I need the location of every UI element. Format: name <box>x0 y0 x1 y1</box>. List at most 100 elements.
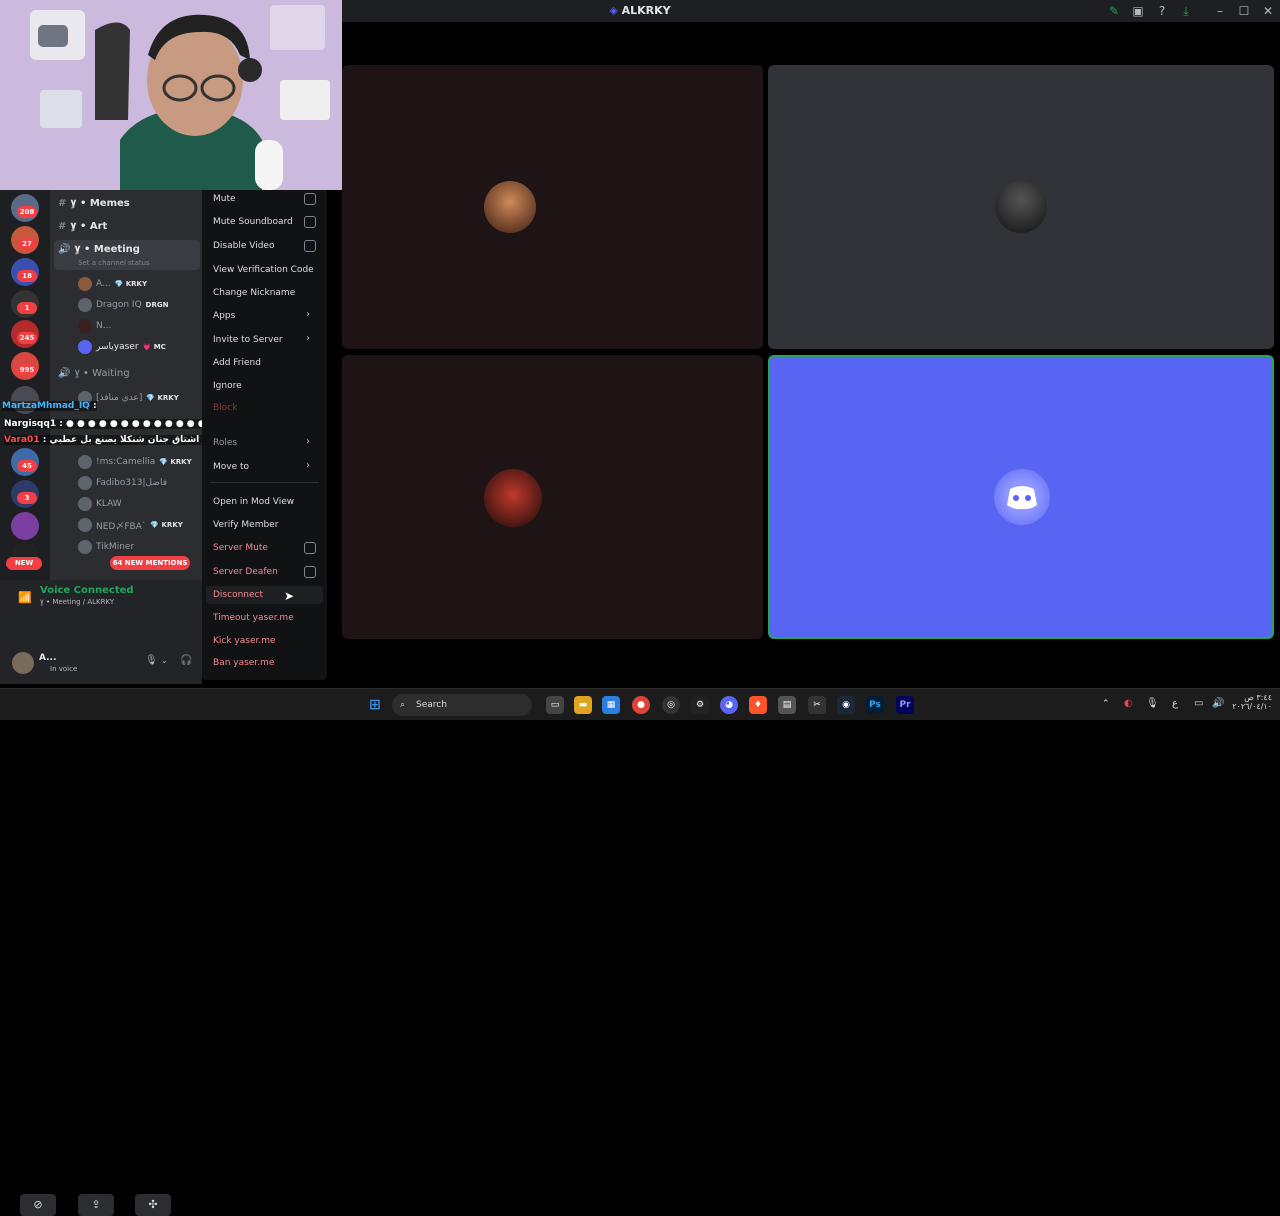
avatar <box>78 455 92 469</box>
video-tile-speaking[interactable] <box>768 355 1274 639</box>
chevron-right-icon: › <box>306 436 310 447</box>
signal-icon: 📶 <box>18 591 32 604</box>
menu-item-apps[interactable]: Apps <box>213 311 235 321</box>
menu-item-kick[interactable]: Kick yaser.me <box>213 636 276 646</box>
menu-item-roles[interactable]: Roles <box>213 438 237 448</box>
voice-channel-icon: 🔊 <box>58 368 71 379</box>
voice-user[interactable]: TikMiner <box>78 540 138 554</box>
channel-art[interactable]: #ٍ۷ • Art <box>58 221 107 232</box>
voice-location[interactable]: ٍ۷ • Meeting / ALKRKY <box>40 598 114 606</box>
menu-item-mute[interactable]: Mute <box>213 194 236 204</box>
channel-memes[interactable]: #ٍ۷ • Memes <box>58 198 130 209</box>
download-icon[interactable]: ⤓ <box>1178 3 1194 19</box>
maximize-button[interactable]: ☐ <box>1236 3 1252 19</box>
photoshop-icon[interactable]: Ps <box>866 696 884 714</box>
headphones-icon[interactable]: 🎧 <box>180 655 192 666</box>
server-icon[interactable] <box>11 512 39 540</box>
microphone-icon[interactable]: 🎙 <box>145 655 158 666</box>
clock[interactable]: ٣:٤٤ ص ٢٠٢٦/٠٤/١٠ <box>1232 693 1272 711</box>
menu-item-change-nickname[interactable]: Change Nickname <box>213 288 295 298</box>
channel-meeting[interactable]: 🔊ٍ۷ • Meeting <box>58 244 140 255</box>
voice-user[interactable]: N... <box>78 319 115 333</box>
menu-item-ignore[interactable]: Ignore <box>213 381 242 391</box>
tray-mic-icon[interactable]: 🎙 <box>1146 698 1159 709</box>
menu-item-add-friend[interactable]: Add Friend <box>213 358 261 368</box>
video-tile[interactable] <box>768 65 1274 349</box>
language-indicator[interactable]: ع <box>1172 698 1178 709</box>
voice-status: Voice Connected <box>40 585 134 596</box>
taskbar: ⊞ ⌕ Search ▭ ▬ ▦ ● ◎ ⚙ ◕ ♦ ▤ ✂ ◉ Ps Pr ⌃ … <box>0 688 1280 720</box>
menu-item-open-in-mod-view[interactable]: Open in Mod View <box>213 497 294 507</box>
file-explorer-icon[interactable]: ▬ <box>574 696 592 714</box>
store-icon[interactable]: ▦ <box>602 696 620 714</box>
discord-icon: ◈ <box>609 4 622 17</box>
disable-video-checkbox[interactable] <box>304 240 316 252</box>
menu-item-disable-video[interactable]: Disable Video <box>213 241 274 251</box>
voice-user[interactable]: ياسرyaser 💗 MC <box>78 340 166 354</box>
nitro-icon[interactable]: ✎ <box>1106 3 1122 19</box>
chrome-icon[interactable]: ● <box>632 696 650 714</box>
server-badge: 18 <box>17 270 37 282</box>
windows-start-icon[interactable]: ⊞ <box>366 696 384 714</box>
server-deafen-checkbox[interactable] <box>304 566 316 578</box>
menu-item-verify-member[interactable]: Verify Member <box>213 520 278 530</box>
text-channel-icon: # <box>58 198 67 209</box>
channel-waiting[interactable]: 🔊ٍ۷ • Waiting <box>58 368 130 379</box>
menu-item-mute-soundboard[interactable]: Mute Soundboard <box>213 217 293 227</box>
voice-user[interactable]: Dragon IQ DRGN <box>78 298 168 312</box>
server-badge: 208 <box>17 206 37 218</box>
video-tile[interactable] <box>342 355 763 639</box>
capcut-icon[interactable]: ✂ <box>808 696 826 714</box>
menu-item-invite-to-server[interactable]: Invite to Server <box>213 335 283 345</box>
brave-icon[interactable]: ♦ <box>749 696 767 714</box>
voice-user[interactable]: !ms:Camellia 💎 KRKY <box>78 455 192 469</box>
menu-item-timeout[interactable]: Timeout yaser.me <box>213 613 294 623</box>
chevron-right-icon: › <box>306 460 310 471</box>
voice-user[interactable]: NED〆FBA` 💎 KRKY <box>78 518 183 532</box>
activities-button[interactable]: ✣ <box>135 1194 171 1216</box>
screen-share-button[interactable]: ⇪ <box>78 1194 114 1216</box>
voice-user[interactable]: A... 💎 KRKY <box>78 277 147 291</box>
discord-taskbar-icon[interactable]: ◕ <box>720 696 738 714</box>
webcam-image <box>0 0 342 190</box>
obs-icon[interactable]: ◎ <box>662 696 680 714</box>
mute-checkbox[interactable] <box>304 193 316 205</box>
avatar <box>78 277 92 291</box>
steam-client-icon[interactable]: ◉ <box>837 696 855 714</box>
network-icon[interactable]: ▭ <box>1194 698 1203 709</box>
channel-list: #ٍ۷ • Memes #ٍ۷ • Art 🔊ٍ۷ • Meeting Set … <box>50 190 202 580</box>
camera-off-button[interactable]: ⊘ <box>20 1194 56 1216</box>
avatar[interactable] <box>12 652 34 674</box>
voice-user[interactable]: KLAW <box>78 497 126 511</box>
task-view-icon[interactable]: ▭ <box>546 696 564 714</box>
new-mentions-pill[interactable]: 64 NEW MENTIONS <box>110 556 190 570</box>
menu-item-server-deafen[interactable]: Server Deafen <box>213 567 278 577</box>
chevron-down-icon[interactable]: ⌄ <box>161 656 168 665</box>
tray-app-icon[interactable]: ◐ <box>1124 698 1133 709</box>
steam-icon[interactable]: ⚙ <box>691 696 709 714</box>
menu-item-disconnect[interactable]: Disconnect <box>213 590 263 600</box>
taskbar-search[interactable]: ⌕ Search <box>392 694 532 716</box>
server-badge: 3 <box>17 492 37 504</box>
inbox-icon[interactable]: ▣ <box>1130 3 1146 19</box>
server-mute-checkbox[interactable] <box>304 542 316 554</box>
menu-item-block[interactable]: Block <box>213 403 237 413</box>
menu-item-ban[interactable]: Ban yaser.me <box>213 658 274 668</box>
minimize-button[interactable]: – <box>1212 3 1228 19</box>
menu-item-server-mute[interactable]: Server Mute <box>213 543 268 553</box>
channel-status[interactable]: Set a channel status <box>78 259 150 267</box>
tray-chevron-up-icon[interactable]: ⌃ <box>1102 699 1110 709</box>
help-icon[interactable]: ? <box>1154 3 1170 19</box>
voice-user[interactable]: Fadibo313|فاضل <box>78 476 171 490</box>
close-button[interactable]: ✕ <box>1260 3 1276 19</box>
new-unreads-pill[interactable]: NEW <box>6 557 42 570</box>
mute-soundboard-checkbox[interactable] <box>304 216 316 228</box>
video-tile[interactable] <box>342 65 763 349</box>
server-badge: 27 <box>17 238 37 250</box>
menu-item-move-to[interactable]: Move to <box>213 462 249 472</box>
app-icon[interactable]: ▤ <box>778 696 796 714</box>
volume-icon[interactable]: 🔊 <box>1212 698 1224 709</box>
premiere-icon[interactable]: Pr <box>896 696 914 714</box>
menu-item-view-verification-code[interactable]: View Verification Code <box>213 265 314 275</box>
avatar <box>78 319 92 333</box>
